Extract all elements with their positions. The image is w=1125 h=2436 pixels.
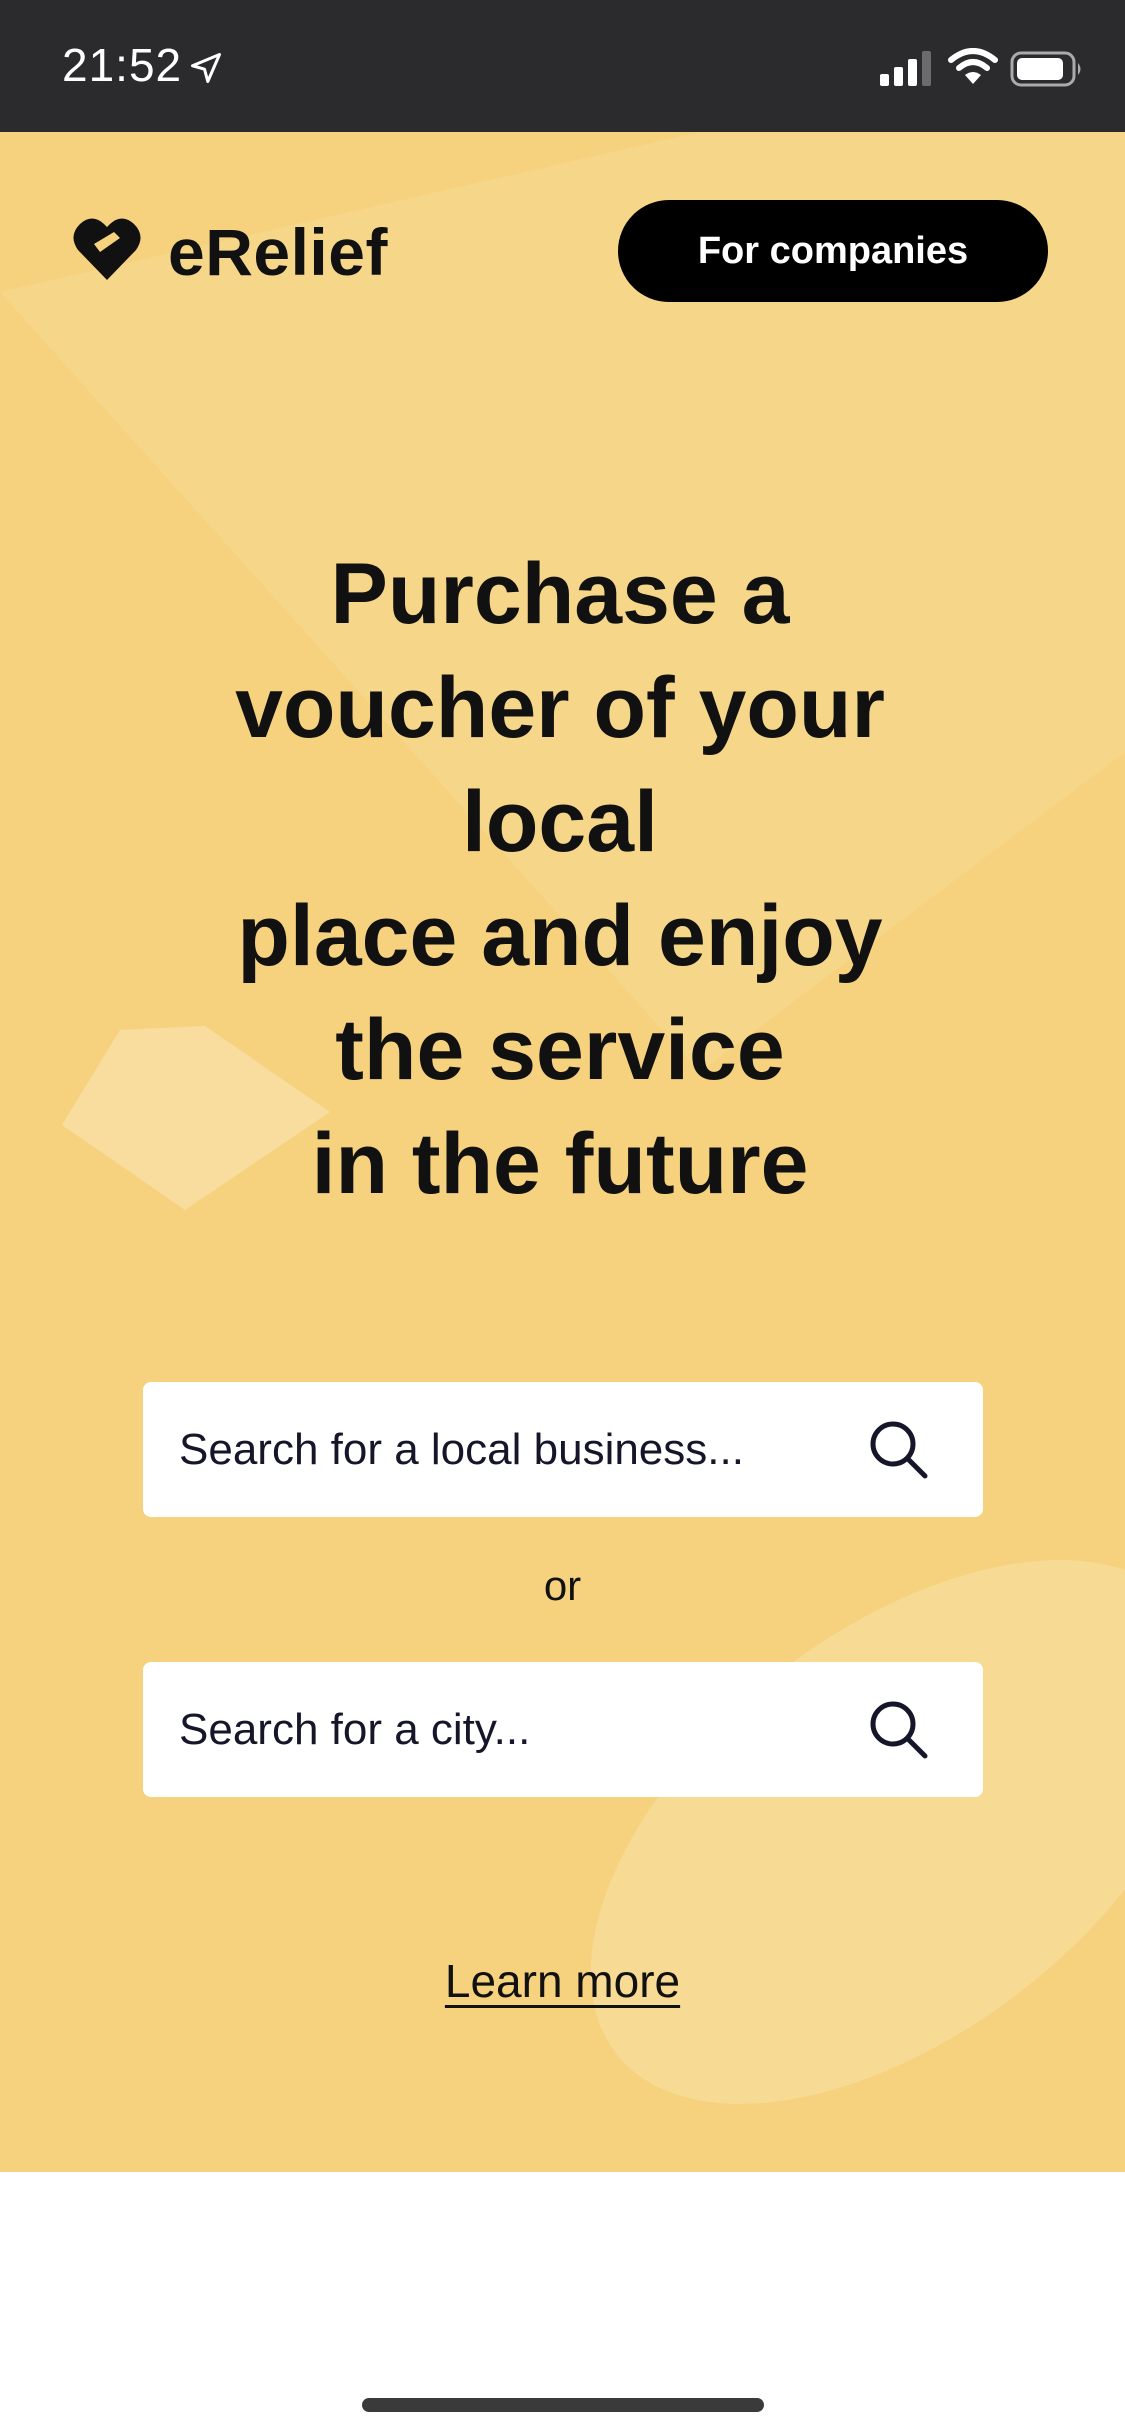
cellular-signal-icon: [880, 51, 931, 86]
headline-line: voucher of your: [235, 660, 885, 756]
business-search-input[interactable]: Search for a local business...: [143, 1382, 983, 1517]
learn-more-container: Learn more: [0, 1954, 1125, 2008]
hero-headline: Purchase a voucher of your local place a…: [160, 537, 960, 1221]
wifi-icon: [948, 48, 998, 84]
headline-line: in the future: [311, 1116, 809, 1212]
search-icon[interactable]: [867, 1698, 931, 1762]
location-arrow-icon: [191, 53, 221, 83]
learn-more-link[interactable]: Learn more: [445, 1955, 680, 2007]
status-bar: 21:52: [0, 0, 1125, 132]
heart-logo-icon: [73, 218, 141, 280]
city-search-placeholder: Search for a city...: [179, 1705, 531, 1754]
city-search-input[interactable]: Search for a city...: [143, 1662, 983, 1797]
home-indicator[interactable]: [362, 2398, 764, 2412]
business-search-placeholder: Search for a local business...: [179, 1425, 744, 1474]
battery-icon: [1010, 51, 1081, 87]
headline-line: the service: [335, 1002, 785, 1098]
brand-name[interactable]: eRelief: [168, 214, 388, 290]
or-separator: or: [543, 1562, 582, 1609]
headline-line: Purchase a: [330, 546, 790, 642]
for-companies-button[interactable]: For companies: [618, 200, 1048, 302]
headline-line: local: [462, 774, 658, 870]
hero-section: eRelief For companies Purchase a voucher…: [0, 132, 1125, 2172]
headline-line: place and enjoy: [237, 888, 883, 984]
status-time: 21:52: [62, 39, 183, 91]
search-icon[interactable]: [867, 1418, 931, 1482]
